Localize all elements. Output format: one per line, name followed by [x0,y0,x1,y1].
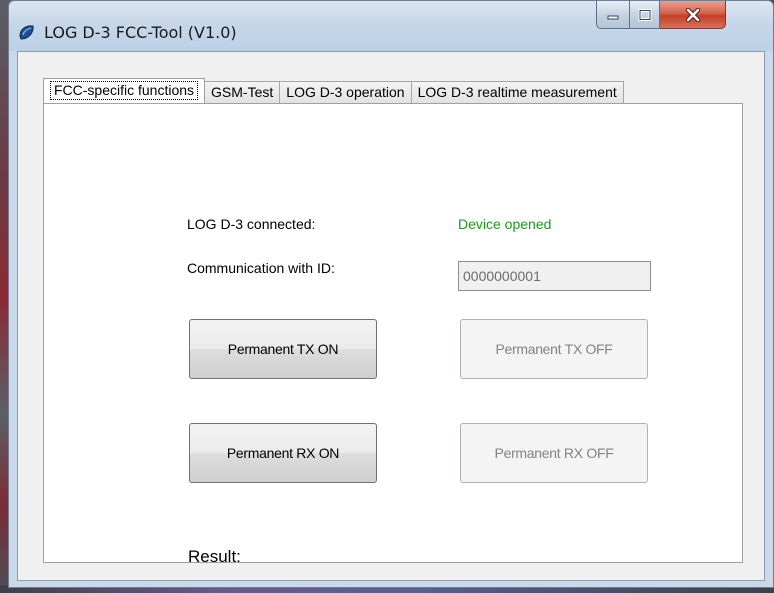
permanent-rx-on-button[interactable]: Permanent RX ON [189,423,377,483]
permanent-rx-off-button[interactable]: Permanent RX OFF [460,423,648,483]
permanent-tx-on-button[interactable]: Permanent TX ON [189,319,377,379]
close-icon [685,7,700,22]
tab-label: LOG D-3 operation [286,84,405,100]
tab-log-d3-operation[interactable]: LOG D-3 operation [279,81,412,103]
tab-fcc-specific-functions[interactable]: FCC-specific functions [43,78,206,103]
tab-label: LOG D-3 realtime measurement [417,84,617,100]
app-icon [19,25,34,40]
close-button[interactable] [660,1,726,29]
title-bar[interactable]: LOG D-3 FCC-Tool (V1.0) [9,1,773,51]
maximize-icon [638,8,651,21]
window-title: LOG D-3 FCC-Tool (V1.0) [44,23,237,42]
maximize-button[interactable] [630,1,660,29]
tab-label: FCC-specific functions [50,81,199,100]
permanent-tx-off-button[interactable]: Permanent TX OFF [460,319,648,379]
tab-gsm-test[interactable]: GSM-Test [204,81,281,103]
tab-strip: FCC-specific functions GSM-Test LOG D-3 … [43,78,624,103]
app-window: LOG D-3 FCC-Tool (V1.0) FCC-specific fun… [8,0,774,588]
connection-status: Device opened [458,216,552,232]
minimize-icon [607,15,619,19]
tab-label: GSM-Test [211,84,274,100]
minimize-button[interactable] [596,1,630,29]
tab-log-d3-realtime-measurement[interactable]: LOG D-3 realtime measurement [410,81,624,103]
tab-panel: LOG D-3 connected: Device opened Communi… [43,103,743,566]
device-id-field[interactable]: 0000000001 [458,261,651,291]
client-area: FCC-specific functions GSM-Test LOG D-3 … [17,51,765,581]
result-label: Result: [188,547,241,566]
caption-buttons [596,1,726,33]
connected-label: LOG D-3 connected: [187,216,316,232]
communication-id-label: Communication with ID: [187,260,335,276]
